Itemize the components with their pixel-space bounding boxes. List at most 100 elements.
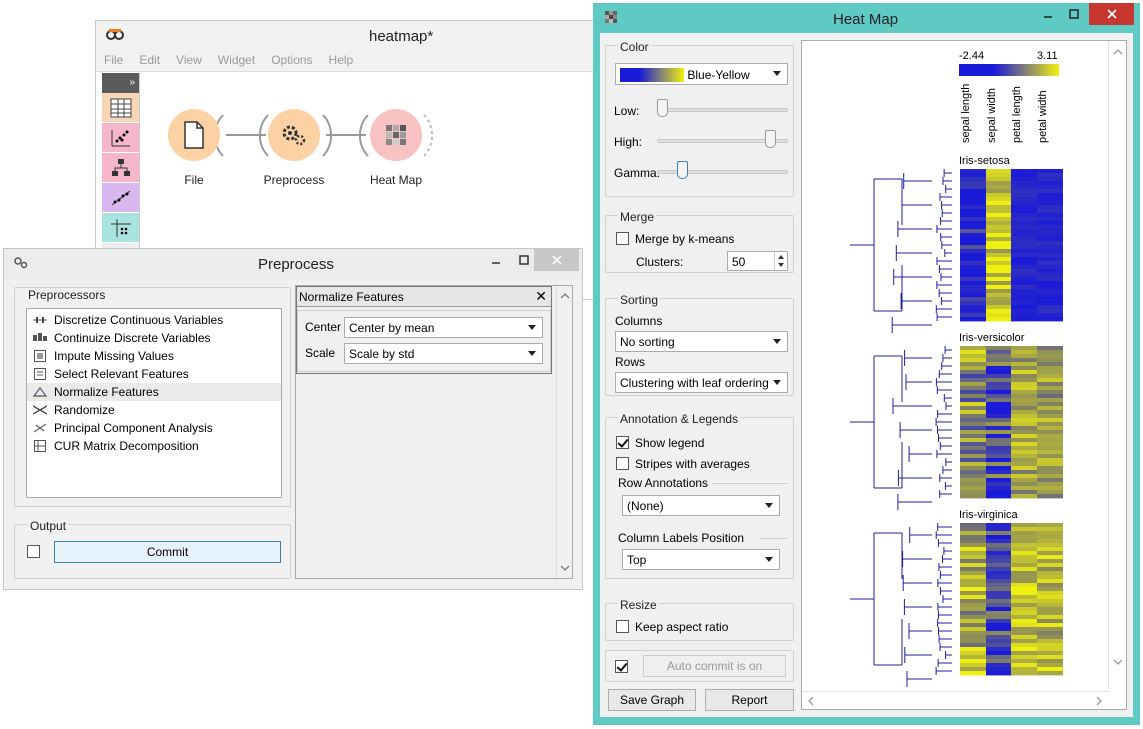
heatmap-cell (1037, 474, 1063, 479)
stripes-checkbox[interactable] (616, 457, 629, 470)
heatmap-cell (1037, 370, 1063, 375)
heatmap-cell (1011, 631, 1037, 636)
preprocess-close-button[interactable] (534, 249, 579, 271)
settings-scrollbar[interactable] (556, 286, 572, 578)
node-heatmap[interactable]: Heat Map (351, 109, 441, 187)
center-combo[interactable]: Center by mean (344, 317, 543, 338)
heatmap-cell (1011, 619, 1037, 624)
heatmap-cell (986, 663, 1012, 668)
heatmap-cell (1011, 217, 1037, 222)
scroll-left-icon (808, 696, 814, 706)
keep-aspect-checkbox[interactable] (616, 620, 629, 633)
heatmap-minimize-button[interactable] (1034, 3, 1062, 25)
heatmap-cell (1011, 635, 1037, 640)
node-heatmap-circle[interactable] (370, 109, 422, 161)
plot-horizontal-scrollbar[interactable] (802, 691, 1108, 709)
preprocessor-item[interactable]: Principal Component Analysis (27, 419, 281, 437)
heatmap-cell (1037, 482, 1063, 487)
high-slider-handle[interactable] (765, 130, 776, 148)
heatmap-cell (960, 197, 986, 202)
commit-button[interactable]: Commit (54, 541, 281, 563)
heatmap-cell (986, 603, 1012, 608)
preprocessor-item[interactable]: Select Relevant Features (27, 365, 281, 383)
row-annotations-value: (None) (627, 499, 664, 513)
auto-commit-checkbox[interactable] (615, 660, 628, 673)
heatmap-cell (1011, 225, 1037, 230)
heatmap-cell (1011, 394, 1037, 399)
scale-combo[interactable]: Scale by std (344, 343, 543, 364)
color-group-label: Color (618, 40, 651, 54)
low-slider-handle[interactable] (657, 99, 668, 117)
palette-combo[interactable]: Blue-Yellow (615, 63, 788, 85)
heatmap-maximize-button[interactable] (1060, 3, 1088, 25)
preprocessor-item-selected[interactable]: Normalize Features (27, 383, 281, 401)
heatmap-cell (986, 563, 1012, 568)
heatmap-cell (1037, 265, 1063, 270)
heatmap-cell (986, 531, 1012, 536)
node-file[interactable]: File (149, 109, 239, 187)
heatmap-cell (960, 301, 986, 306)
heatmap-cell (1011, 663, 1037, 668)
preprocessor-item[interactable]: Continuize Discrete Variables (27, 329, 281, 347)
heatmap-cell (1011, 229, 1037, 234)
heatmap-cell (1037, 454, 1063, 459)
heatmap-cell (986, 193, 1012, 198)
node-preprocess-circle[interactable] (268, 109, 320, 161)
heatmap-cell (1037, 273, 1063, 278)
columns-sort-combo[interactable]: No sorting (615, 331, 788, 352)
rows-sort-combo[interactable]: Clustering with leaf ordering (615, 372, 788, 393)
node-heatmap-label: Heat Map (369, 173, 423, 187)
preprocess-minimize-button[interactable] (482, 249, 510, 271)
heatmap-cell (986, 466, 1012, 471)
clusters-spinbox[interactable]: 50 (727, 251, 788, 271)
preprocessor-item[interactable]: Randomize (27, 401, 281, 419)
heatmap-cell (986, 579, 1012, 584)
heatmap-cell (1037, 434, 1063, 439)
heatmap-cell (1011, 378, 1037, 383)
spin-arrows-icon[interactable] (774, 252, 787, 270)
heatmap-cell (960, 386, 986, 391)
heatmap-cell (1037, 583, 1063, 588)
preprocessor-item[interactable]: CUR Matrix Decomposition (27, 437, 281, 455)
low-slider-track[interactable] (657, 108, 788, 112)
normalize-panel-title: Normalize Features (297, 287, 551, 307)
heatmap-cell (960, 466, 986, 471)
chevron-down-icon (528, 351, 536, 356)
heatmap-cell (986, 386, 1012, 391)
preprocessor-label: Principal Component Analysis (54, 421, 213, 435)
gamma-slider-handle[interactable] (677, 161, 689, 179)
column-label: petal length (1011, 86, 1023, 143)
show-legend-checkbox[interactable] (616, 436, 629, 449)
heatmap-cell (1011, 221, 1037, 226)
heatmap-cell (986, 217, 1012, 222)
heatmap-close-button[interactable] (1089, 3, 1134, 25)
preprocess-titlebar[interactable]: Preprocess (4, 249, 582, 279)
merge-kmeans-checkbox[interactable] (616, 232, 629, 245)
heatmap-cell (986, 197, 1012, 202)
heatmap-cell (986, 595, 1012, 600)
heatmap-cell (960, 523, 986, 528)
auto-commit-button[interactable]: Auto commit is on (643, 655, 786, 677)
heatmap-cell (960, 667, 986, 672)
report-button[interactable]: Report (705, 689, 794, 711)
auto-commit-checkbox[interactable] (27, 545, 40, 558)
preprocessor-item[interactable]: Impute Missing Values (27, 347, 281, 365)
heatmap-cell (960, 643, 986, 648)
preprocessor-settings-area: Normalize Features ✕ Center Center by me… (295, 285, 573, 579)
heatmap-cell (1037, 442, 1063, 447)
chevron-down-icon (765, 557, 773, 562)
col-labels-pos-combo[interactable]: Top (622, 549, 780, 570)
heatmap-cell (1011, 587, 1037, 592)
plot-vertical-scrollbar[interactable] (1108, 41, 1126, 691)
heatmap-cell (986, 229, 1012, 234)
heatmap-cell (1037, 197, 1063, 202)
heatmap-cell (1037, 643, 1063, 648)
heatmap-cell (1037, 193, 1063, 198)
normalize-panel-close-icon[interactable]: ✕ (535, 288, 547, 305)
preprocessor-item[interactable]: Discretize Continuous Variables (27, 311, 281, 329)
row-annotations-combo[interactable]: (None) (622, 495, 780, 516)
heatmap-titlebar[interactable]: Heat Map (593, 3, 1140, 33)
node-preprocess[interactable]: Preprocess (249, 109, 339, 187)
node-file-circle[interactable] (168, 109, 220, 161)
save-graph-button[interactable]: Save Graph (608, 689, 696, 711)
